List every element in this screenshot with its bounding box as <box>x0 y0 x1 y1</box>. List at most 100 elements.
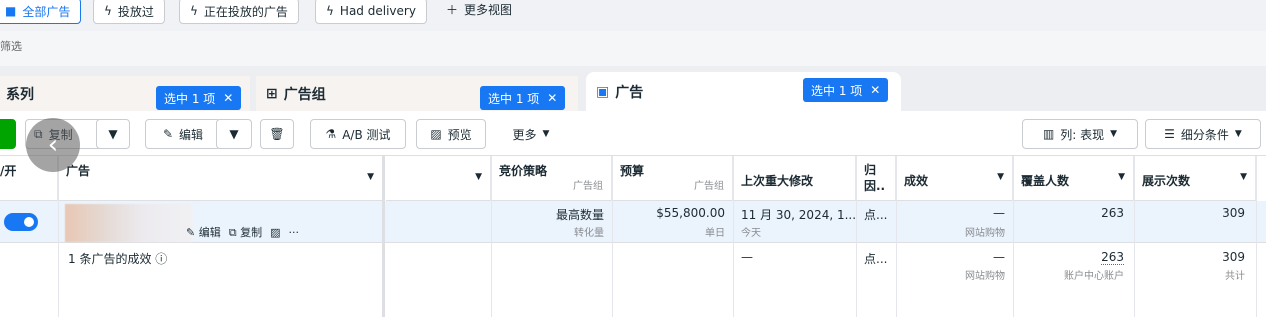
close-icon[interactable]: ✕ <box>870 83 880 97</box>
breakdown-button[interactable]: ☰ 细分条件 ▼ <box>1145 119 1261 149</box>
col-header-blank[interactable]: ▼ <box>386 156 491 201</box>
close-icon[interactable]: ✕ <box>223 91 233 105</box>
bolt-icon: ϟ <box>190 4 198 18</box>
level-tabs: 系列 选中 1 项 ✕ ⊞ 广告组 选中 1 项 ✕ ▣ 广告 选中 1 项 ✕ <box>0 66 1266 112</box>
caret-down-icon[interactable]: ▼ <box>1240 172 1247 182</box>
caret-down-icon: ▼ <box>229 127 239 141</box>
adset-tab-title: 广告组 <box>283 87 326 103</box>
delete-button[interactable]: 🗑 <box>260 119 294 149</box>
preview-button[interactable]: ▨ 预览 <box>416 119 486 149</box>
row-more-button[interactable]: ··· <box>288 226 299 239</box>
flask-icon: ⚗ <box>325 127 337 141</box>
info-icon[interactable]: ⓘ <box>155 252 167 266</box>
summary-label: 1 条广告的成效 <box>68 252 152 266</box>
column-divider <box>1013 156 1014 317</box>
column-divider <box>896 156 897 317</box>
row-preview-icon[interactable]: ▨ <box>270 226 280 239</box>
col-header-reach[interactable]: 覆盖人数 ▼ <box>1013 156 1134 201</box>
caret-down-icon: ▼ <box>108 127 118 141</box>
frozen-column-divider[interactable] <box>382 156 385 317</box>
summary-last-edit: — <box>741 250 753 264</box>
columns-icon: ▥ <box>1042 127 1055 141</box>
results-value: — <box>993 206 1005 220</box>
budget-sub: 单日 <box>705 228 725 239</box>
col-header-budget[interactable]: 预算 广告组 <box>612 156 733 201</box>
campaign-tab-title: 系列 <box>6 87 34 103</box>
column-divider <box>856 156 857 317</box>
impressions-value: 309 <box>1222 206 1245 220</box>
col-header-results[interactable]: 成效 ▼ <box>896 156 1013 201</box>
chip-active-ads[interactable]: ϟ 正在投放的广告 <box>179 0 299 24</box>
ad-toggle[interactable] <box>4 213 38 231</box>
columns-button[interactable]: ▥ 列: 表现 ▼ <box>1022 119 1138 149</box>
adset-selected-badge[interactable]: 选中 1 项 ✕ <box>480 86 566 110</box>
folder-icon: ■ <box>5 4 17 18</box>
caret-down-icon[interactable]: ▼ <box>1118 172 1125 182</box>
breakdown-icon: ☰ <box>1164 127 1175 141</box>
caret-down-icon: ▼ <box>1234 129 1242 139</box>
ad-icon: ▣ <box>596 84 610 100</box>
row-edit-link[interactable]: ✎ 编辑 <box>186 224 221 240</box>
bolt-icon: ϟ <box>326 4 334 18</box>
edit-button[interactable]: ✎ 编辑 <box>145 119 221 149</box>
bid-strategy-sub: 转化量 <box>574 228 604 239</box>
carousel-prev-button[interactable]: ‹ <box>26 118 80 172</box>
col-header-bid-strategy[interactable]: 竞价策略 广告组 <box>491 156 612 201</box>
caret-down-icon: ▼ <box>1110 129 1118 139</box>
edit-dropdown[interactable]: ▼ <box>216 119 252 149</box>
more-views-button[interactable]: ＋ 更多视图 <box>446 1 512 18</box>
ad-thumbnail[interactable] <box>65 204 193 242</box>
caret-down-icon: ▼ <box>542 129 550 139</box>
last-edit-value: 11 月 30, 2024, 1... <box>741 208 857 222</box>
duplicate-dropdown[interactable]: ▼ <box>96 119 130 149</box>
row-duplicate-link[interactable]: ⧉ 复制 <box>229 224 262 240</box>
attribution-value: 点... <box>864 208 888 222</box>
column-divider <box>491 156 492 317</box>
saved-views-bar: ■ 全部广告 ϟ 投放过 ϟ 正在投放的广告 ϟ Had delivery ＋ … <box>0 0 1266 31</box>
summary-reach[interactable]: 263 <box>1101 250 1124 265</box>
table-row[interactable]: ✎ 编辑 ⧉ 复制 ▨ ··· 最高数量 转化量 $55,800.00 单日 1… <box>0 201 1266 243</box>
col-header-attribution[interactable]: 归因.. <box>856 156 896 201</box>
close-icon[interactable]: ✕ <box>547 91 557 105</box>
col-header-impressions[interactable]: 展示次数 ▼ <box>1134 156 1256 201</box>
summary-impressions: 309 <box>1222 250 1245 264</box>
summary-attribution: 点... <box>864 252 888 266</box>
filter-hint[interactable]: 筛选 <box>0 38 22 54</box>
image-icon: ▨ <box>430 127 442 141</box>
bolt-icon: ϟ <box>104 4 112 18</box>
chip-had-delivery[interactable]: ϟ Had delivery <box>315 0 427 24</box>
summary-results: — <box>993 250 1005 264</box>
col-header-ad[interactable]: 广告 ▼ <box>58 156 383 201</box>
ads-table: /开 广告 ▼ ▼ 竞价策略 广告组 预算 广告组 上次重大修改 归因.. 成效… <box>0 156 1266 317</box>
ads-toolbar: ⧉ 复制 ▼ ✎ 编辑 ▼ 🗑 ⚗ A/B 测试 ▨ 预览 更多 ▼ ▥ 列: … <box>0 111 1266 156</box>
chip-all-ads[interactable]: ■ 全部广告 <box>0 0 82 24</box>
summary-reach-sub: 账户中心账户 <box>1064 271 1124 282</box>
column-divider <box>1134 156 1135 317</box>
summary-results-sub: 网站购物 <box>965 271 1005 282</box>
caret-down-icon[interactable]: ▼ <box>367 172 374 182</box>
chip-delivered[interactable]: ϟ 投放过 <box>93 0 165 24</box>
ad-tab-title: 广告 <box>615 85 644 101</box>
chevron-left-icon: ‹ <box>47 130 59 160</box>
create-button[interactable] <box>0 119 16 149</box>
ab-test-button[interactable]: ⚗ A/B 测试 <box>310 119 406 149</box>
tab-ads[interactable]: ▣ 广告 选中 1 项 ✕ <box>586 72 901 112</box>
column-divider <box>58 156 59 317</box>
column-divider <box>612 156 613 317</box>
ad-selected-badge[interactable]: 选中 1 项 ✕ <box>803 78 889 102</box>
tab-adsets[interactable]: ⊞ 广告组 选中 1 项 ✕ <box>256 76 578 112</box>
pencil-icon: ✎ <box>162 127 174 141</box>
row-actions: ✎ 编辑 ⧉ 复制 ▨ ··· <box>186 224 299 240</box>
tab-campaigns[interactable]: 系列 选中 1 项 ✕ <box>0 76 250 112</box>
caret-down-icon[interactable]: ▼ <box>997 172 1004 182</box>
budget-value[interactable]: $55,800.00 <box>612 206 725 220</box>
trash-icon: 🗑 <box>269 127 285 141</box>
more-button[interactable]: 更多 ▼ <box>498 119 564 149</box>
col-header-last-edit[interactable]: 上次重大修改 <box>733 156 856 201</box>
caret-down-icon[interactable]: ▼ <box>475 172 482 182</box>
campaign-selected-badge[interactable]: 选中 1 项 ✕ <box>156 86 242 110</box>
last-edit-sub: 今天 <box>741 228 761 239</box>
column-divider <box>1256 156 1257 317</box>
grid-icon: ⊞ <box>266 86 278 102</box>
summary-row: 1 条广告的成效 ⓘ — 点... — 网站购物 263 账户中心账户 309 … <box>0 243 1266 317</box>
